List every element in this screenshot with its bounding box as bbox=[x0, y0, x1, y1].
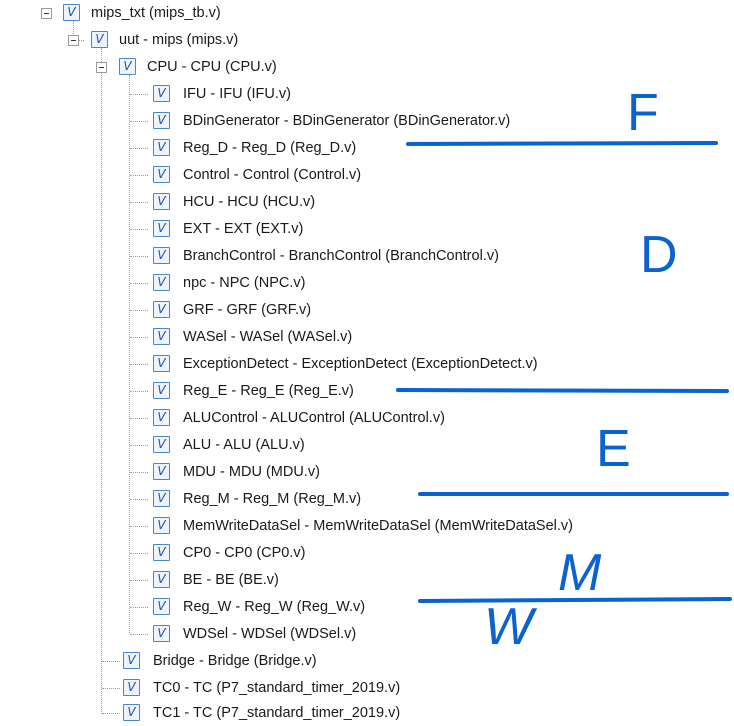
stage-annotations: F D E M W bbox=[396, 84, 732, 656]
stage-divider-line bbox=[396, 388, 729, 393]
stage-label-d: D bbox=[640, 226, 678, 284]
stage-divider-line bbox=[406, 141, 718, 146]
stage-label-f: F bbox=[627, 84, 659, 142]
stage-label-m: M bbox=[558, 544, 602, 602]
stage-label-e: E bbox=[596, 420, 631, 478]
stage-label-w: W bbox=[484, 598, 538, 656]
